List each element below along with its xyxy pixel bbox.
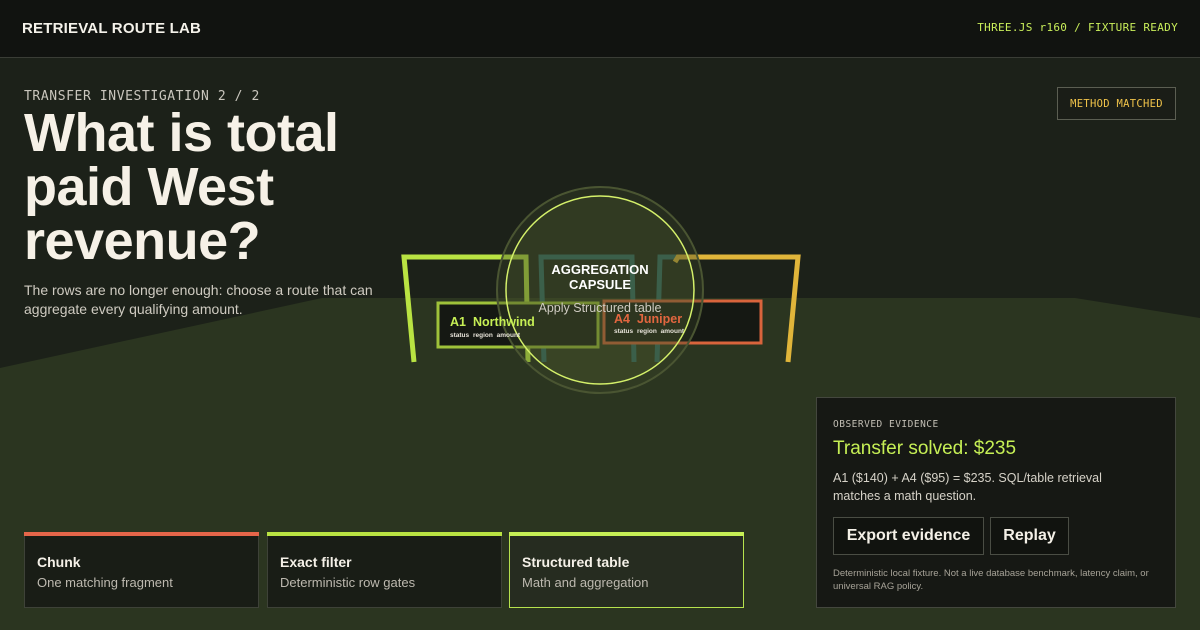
route-exact-filter-accent	[267, 532, 502, 536]
card-a1-id: A1	[450, 315, 466, 329]
card-a1-title: A1 Northwind	[450, 315, 535, 329]
route-exact-filter-title: Exact filter	[280, 554, 352, 570]
status-badge: METHOD MATCHED	[1057, 87, 1176, 120]
route-chunk[interactable]: Chunk One matching fragment	[24, 532, 259, 608]
evidence-body: A1 ($140) + A4 ($95) = $235. SQL/table r…	[833, 471, 1102, 503]
evidence-kicker: OBSERVED EVIDENCE	[833, 419, 939, 430]
investigation-kicker: TRANSFER INVESTIGATION 2 / 2	[24, 89, 260, 104]
capsule-action: Apply Structured table	[538, 301, 662, 315]
route-structured-table-title: Structured table	[522, 554, 630, 570]
question-heading: What is total paid West revenue?	[24, 103, 339, 271]
evidence-title: Transfer solved: $235	[833, 438, 1017, 459]
brand-title: RETRIEVAL ROUTE LAB	[22, 20, 202, 37]
route-structured-table[interactable]: Structured table Math and aggregation	[509, 532, 744, 608]
route-structured-table-accent	[509, 532, 744, 536]
route-exact-filter-desc: Deterministic row gates	[280, 575, 416, 590]
route-structured-table-desc: Math and aggregation	[522, 575, 649, 590]
card-a1-columns: status region amount	[450, 332, 521, 339]
card-a4-columns: status region amount	[614, 328, 685, 335]
evidence-note: Deterministic local fixture. Not a live …	[833, 568, 1149, 592]
evidence-panel: OBSERVED EVIDENCE Transfer solved: $235 …	[816, 397, 1176, 608]
top-bar: RETRIEVAL ROUTE LAB THREE.JS r160 / FIXT…	[0, 0, 1200, 58]
route-chunk-desc: One matching fragment	[37, 575, 173, 590]
card-a1-name: Northwind	[472, 315, 535, 329]
route-chunk-title: Chunk	[37, 554, 81, 570]
capsule-title: AGGREGATION CAPSULE	[551, 262, 649, 292]
question-subtext: The rows are no longer enough: choose a …	[24, 282, 373, 317]
export-evidence-button[interactable]: Export evidence	[833, 517, 984, 555]
route-exact-filter[interactable]: Exact filter Deterministic row gates	[267, 532, 502, 608]
route-chunk-accent	[24, 532, 259, 536]
replay-button[interactable]: Replay	[990, 517, 1069, 555]
engine-status: THREE.JS r160 / FIXTURE READY	[977, 21, 1178, 34]
